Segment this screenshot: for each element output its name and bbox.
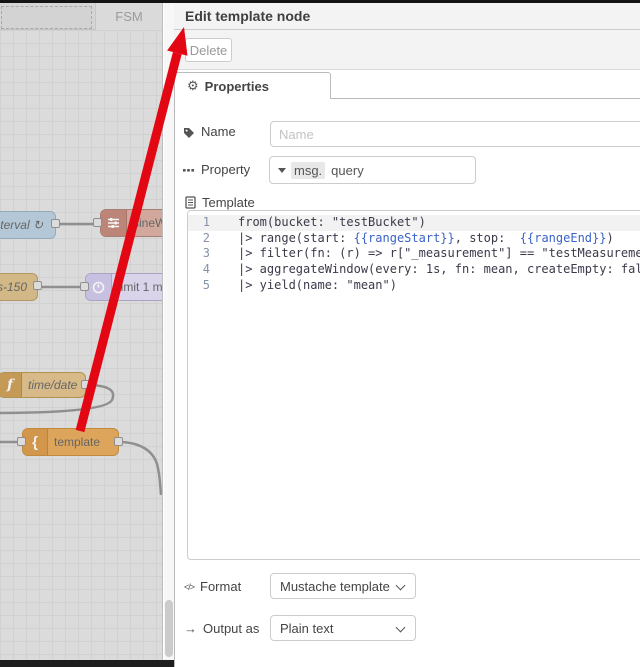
node-template-output-port[interactable] xyxy=(114,437,123,446)
node-template[interactable]: { template xyxy=(22,428,119,456)
line-number: 3 xyxy=(202,246,210,261)
node-limit[interactable]: limit 1 ms xyxy=(85,273,163,301)
code-line[interactable]: 2 |> range(start: {{rangeStart}}, stop: {… xyxy=(188,231,640,247)
ellipsis-icon xyxy=(183,168,195,172)
property-value[interactable]: query xyxy=(331,163,364,178)
canvas-vertical-scrollbar[interactable] xyxy=(164,3,174,660)
node-interval-output-port[interactable] xyxy=(51,219,60,228)
code-brackets-icon: </> xyxy=(184,581,195,592)
workspace-tab-partial[interactable] xyxy=(1,6,92,29)
tag-icon xyxy=(183,126,195,138)
workspace-tab-fsm[interactable]: FSM xyxy=(95,3,162,30)
tab-properties[interactable]: ⚙ Properties xyxy=(174,72,331,99)
gear-icon: ⚙ xyxy=(187,78,199,93)
property-type-prefix[interactable]: msg. xyxy=(291,161,326,179)
timer-icon xyxy=(86,274,112,300)
node-sinewave[interactable]: sineW xyxy=(100,209,162,237)
format-field-label: </> Format xyxy=(184,579,242,594)
node-s150-output-port[interactable] xyxy=(33,281,42,290)
tab-properties-label: Properties xyxy=(204,78,269,94)
template-field-label: Template xyxy=(185,195,255,210)
line-number: 4 xyxy=(202,262,210,277)
arrow-right-icon: → xyxy=(184,621,197,636)
output-select-value: Plain text xyxy=(280,620,334,636)
sine-generator-icon xyxy=(101,210,127,236)
workspace-tab-bar: FSM xyxy=(0,3,162,30)
delete-button-label: Delete xyxy=(189,42,228,58)
node-timedate-output-port[interactable] xyxy=(81,380,90,389)
line-number: 5 xyxy=(202,277,210,292)
node-template-input-port[interactable] xyxy=(17,437,26,446)
app-window: FSM terval ↻ sine -150 limit 1 m f time/… xyxy=(0,0,640,667)
caret-down-icon[interactable] xyxy=(278,167,286,173)
code-line[interactable]: 4 |> aggregateWindow(every: 1s, fn: mean,… xyxy=(188,262,640,278)
format-select-value: Mustache template xyxy=(280,578,390,594)
curly-brace-icon: { xyxy=(23,429,48,455)
code-text: |> range(start: {{rangeStart}}, stop: {{… xyxy=(238,230,614,245)
window-bottom-edge xyxy=(0,660,174,667)
function-icon: f xyxy=(0,373,22,397)
output-select[interactable]: Plain text xyxy=(270,615,416,641)
flow-canvas: FSM terval ↻ sine -150 limit 1 m f time/… xyxy=(0,3,163,660)
canvas-grid[interactable] xyxy=(0,30,162,660)
property-typed-input[interactable]: msg. query xyxy=(269,156,476,184)
panel-toolbar xyxy=(174,30,640,70)
document-icon xyxy=(185,196,196,209)
line-number: 2 xyxy=(202,230,210,245)
code-lines: 1 from(bucket: "testBucket") 2 |> range(sta… xyxy=(188,215,640,293)
scrollbar-thumb[interactable] xyxy=(165,600,173,657)
panel-title: Edit template node xyxy=(174,3,640,30)
template-code-editor[interactable]: 1 from(bucket: "testBucket") 2 |> range(sta… xyxy=(187,210,640,560)
node-label: limit 1 ms xyxy=(118,280,163,294)
node-label: time/date xyxy=(28,378,78,392)
output-field-label: → Output as xyxy=(184,621,260,636)
delete-button[interactable]: Delete xyxy=(185,38,232,62)
node-timedate[interactable]: f time/date xyxy=(0,372,86,398)
chevron-down-icon xyxy=(395,580,406,591)
code-text: |> filter(fn: (r) => r["_measurement"] =… xyxy=(238,246,640,261)
node-label: terval ↻ xyxy=(0,218,43,232)
panel-title-text: Edit template node xyxy=(185,8,311,24)
node-interval[interactable]: terval ↻ xyxy=(0,211,56,239)
code-line[interactable]: 3 |> filter(fn: (r) => r["_measurement"] … xyxy=(188,246,640,262)
property-field-label: Property xyxy=(183,162,250,177)
node-label: s-150 xyxy=(0,280,27,294)
code-line[interactable]: 1 from(bucket: "testBucket") xyxy=(188,215,640,231)
node-label: template xyxy=(54,435,101,449)
name-field-label: Name xyxy=(183,124,236,139)
node-limit-input-port[interactable] xyxy=(80,282,89,291)
name-input[interactable] xyxy=(270,121,640,147)
code-text: from(bucket: "testBucket") xyxy=(238,215,426,229)
node-sinewave-input-port[interactable] xyxy=(93,218,102,227)
chevron-down-icon xyxy=(395,622,406,633)
code-text: |> yield(name: "mean") xyxy=(238,277,397,292)
code-line[interactable]: 5 |> yield(name: "mean") xyxy=(188,278,640,294)
line-number: 1 xyxy=(202,215,210,229)
node-label: sineW xyxy=(133,216,162,230)
format-select[interactable]: Mustache template xyxy=(270,573,416,599)
tab-label: FSM xyxy=(115,9,143,24)
code-text: |> aggregateWindow(every: 1s, fn: mean, … xyxy=(238,262,640,277)
